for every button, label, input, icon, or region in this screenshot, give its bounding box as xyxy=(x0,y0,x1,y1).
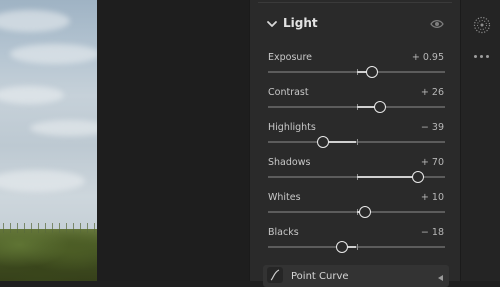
contrast-slider-row: Contrast + 26 xyxy=(250,87,460,117)
photo-cloud xyxy=(0,170,85,192)
photo-vegetation xyxy=(0,223,97,281)
photo-cloud xyxy=(10,44,97,64)
light-section-header[interactable]: Light xyxy=(250,10,460,38)
more-icon[interactable] xyxy=(474,54,490,60)
shadows-slider-row: Shadows + 70 xyxy=(250,157,460,187)
slider-value[interactable]: − 39 xyxy=(421,122,444,133)
photo-preview xyxy=(0,0,97,281)
panel-divider xyxy=(258,2,452,3)
slider-thumb[interactable] xyxy=(366,66,379,78)
more-dot xyxy=(474,55,477,58)
highlights-slider[interactable] xyxy=(268,136,445,148)
highlights-slider-row: Highlights − 39 xyxy=(250,122,460,152)
more-dot xyxy=(480,55,483,58)
photo-cloud xyxy=(30,120,97,136)
slider-label: Shadows xyxy=(268,157,311,168)
exposure-slider[interactable] xyxy=(268,66,445,78)
blacks-slider[interactable] xyxy=(268,241,445,253)
slider-value[interactable]: + 70 xyxy=(421,157,444,168)
photo-cloud xyxy=(0,10,70,32)
whites-slider-row: Whites + 10 xyxy=(250,192,460,222)
slider-label: Whites xyxy=(268,192,301,203)
photo-cloud xyxy=(0,86,64,104)
eye-icon[interactable] xyxy=(430,18,444,30)
point-curve-section-header[interactable]: Point Curve xyxy=(263,265,449,287)
slider-value[interactable]: + 10 xyxy=(421,192,444,203)
chevron-down-icon[interactable] xyxy=(265,17,279,31)
blacks-slider-row: Blacks − 18 xyxy=(250,227,460,257)
edit-panel: Light Exposure + 0.95 Contrast + 26 High… xyxy=(249,0,460,287)
exposure-slider-row: Exposure + 0.95 xyxy=(250,52,460,82)
slider-value[interactable]: + 0.95 xyxy=(412,52,444,63)
whites-slider[interactable] xyxy=(268,206,445,218)
canvas-background xyxy=(97,0,249,281)
contrast-slider[interactable] xyxy=(268,101,445,113)
more-dot xyxy=(486,55,489,58)
slider-label: Exposure xyxy=(268,52,312,63)
slider-label: Blacks xyxy=(268,227,299,238)
slider-thumb[interactable] xyxy=(359,206,372,218)
slider-thumb[interactable] xyxy=(336,241,349,253)
shadows-slider[interactable] xyxy=(268,171,445,183)
slider-label: Contrast xyxy=(268,87,309,98)
slider-thumb[interactable] xyxy=(412,171,425,183)
section-title: Light xyxy=(283,16,318,30)
slider-label: Highlights xyxy=(268,122,316,133)
slider-value[interactable]: + 26 xyxy=(421,87,444,98)
slider-fill xyxy=(356,176,419,178)
slider-value[interactable]: − 18 xyxy=(421,227,444,238)
slider-center-mark xyxy=(356,244,358,250)
masking-icon[interactable] xyxy=(473,16,491,34)
slider-center-mark xyxy=(356,139,358,145)
section-title: Point Curve xyxy=(291,271,349,282)
slider-thumb[interactable] xyxy=(316,136,329,148)
collapse-arrow-icon xyxy=(438,275,443,281)
tool-rail xyxy=(460,0,500,281)
slider-thumb[interactable] xyxy=(373,101,386,113)
